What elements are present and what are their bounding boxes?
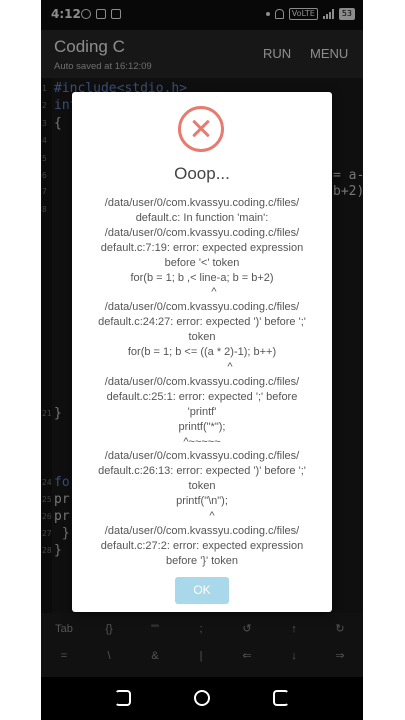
message-line: token <box>188 331 216 344</box>
message-line: default.c:7:19: error: expected expressi… <box>100 241 304 254</box>
message-line: /data/user/0/com.kvassyu.coding.c/files/ <box>104 301 300 314</box>
error-dialog: Ooop... /data/user/0/com.kvassyu.coding.… <box>72 92 332 612</box>
message-line: default.c:27:2: error: expected expressi… <box>100 539 304 552</box>
ok-button[interactable]: OK <box>175 577 229 604</box>
message-line: for(b = 1; b <= ((a * 2)-1); b++) <box>127 346 277 359</box>
dialog-title: Ooop... <box>174 164 230 183</box>
message-line: default.c:24:27: error: expected ')' bef… <box>98 316 306 329</box>
message-line: default.c:26:13: error: expected ')' bef… <box>98 465 306 478</box>
system-nav-bar <box>41 677 363 720</box>
message-line: /data/user/0/com.kvassyu.coding.c/files/ <box>104 450 300 463</box>
message-line: ^ <box>209 510 215 523</box>
back-icon[interactable] <box>115 690 131 706</box>
message-line: ^~~~~~ <box>183 435 221 448</box>
message-line: token <box>188 480 216 493</box>
message-line: ^ <box>211 286 217 299</box>
message-line: 'printf' <box>187 405 217 418</box>
phone-screen: 4:12 VoLTE 53 Coding C Auto saved at 16:… <box>41 0 363 720</box>
compiler-error-message: /data/user/0/com.kvassyu.coding.c/files/… <box>82 196 322 569</box>
message-line: /data/user/0/com.kvassyu.coding.c/files/ <box>104 226 300 239</box>
message-line: before '<' token <box>164 256 240 269</box>
message-line: ^ <box>227 360 233 373</box>
message-line: default.c: In function 'main': <box>135 211 269 224</box>
message-line: /data/user/0/com.kvassyu.coding.c/files/ <box>104 524 300 537</box>
message-line: for(b = 1; b ,< line-a; b = b+2) <box>130 271 274 284</box>
message-line: /data/user/0/com.kvassyu.coding.c/files/ <box>104 197 300 209</box>
message-line: before '}' token <box>165 554 239 567</box>
error-x-icon <box>178 106 224 152</box>
message-line: printf("*"); <box>178 420 226 433</box>
message-line: /data/user/0/com.kvassyu.coding.c/files/ <box>104 375 300 388</box>
home-icon[interactable] <box>194 690 210 706</box>
recents-icon[interactable] <box>273 690 289 706</box>
message-line: printf("\n"); <box>176 495 228 508</box>
message-line: default.c:25:1: error: expected ';' befo… <box>106 390 298 403</box>
